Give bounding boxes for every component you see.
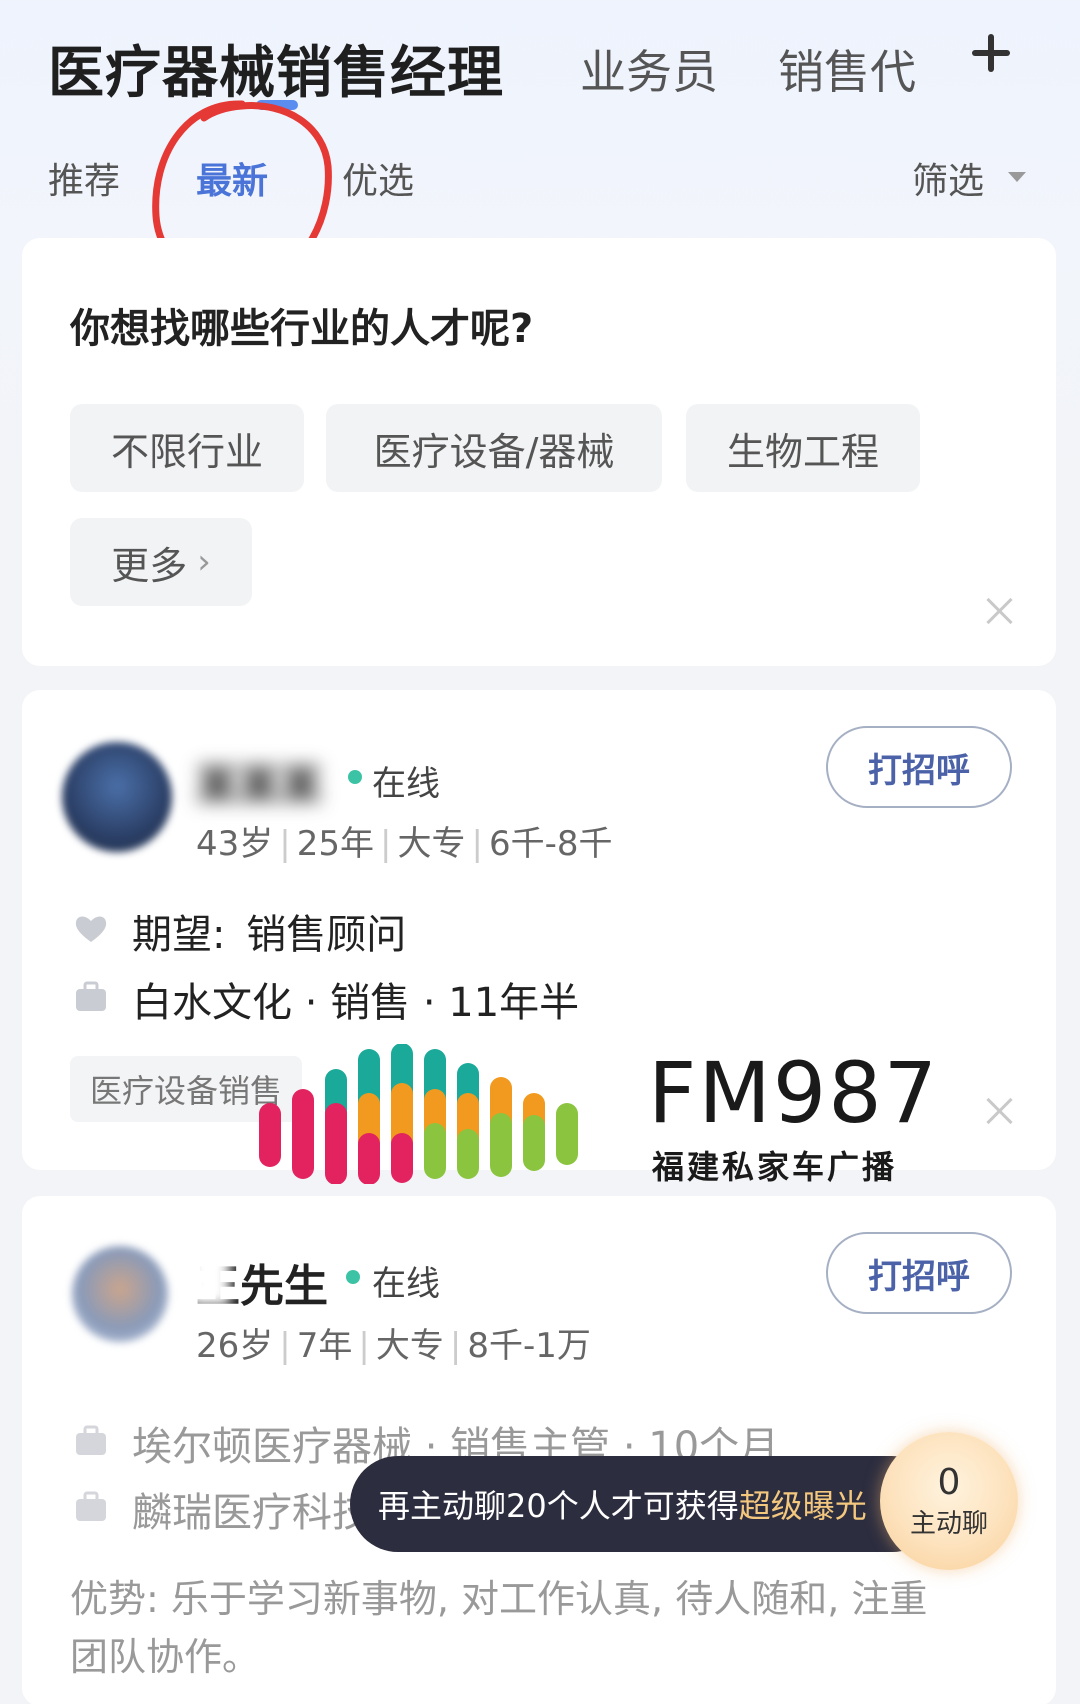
expect-value: 销售顾问: [246, 912, 407, 958]
active-chat-badge[interactable]: 0 主动聊: [880, 1432, 1018, 1570]
chip-bioengineering[interactable]: 生物工程: [686, 404, 920, 492]
caret-down-icon[interactable]: [1008, 172, 1026, 182]
online-status: 在线: [372, 1264, 440, 1304]
tab-salesman[interactable]: 业务员: [580, 36, 718, 102]
close-icon[interactable]: [984, 1096, 1014, 1126]
education: 大专: [397, 824, 466, 864]
education: 大专: [375, 1326, 444, 1366]
watermark-brand: FM987: [648, 1044, 940, 1142]
salary: 6千-8千: [488, 824, 613, 864]
greet-button[interactable]: 打招呼: [826, 1232, 1012, 1314]
watermark-subtitle: 福建私家车广播: [652, 1148, 898, 1186]
age: 26岁: [196, 1326, 274, 1366]
fm987-logo: [259, 1044, 578, 1184]
toast-highlight: 超级曝光: [738, 1487, 867, 1525]
experience: 25年: [296, 824, 374, 864]
avatar[interactable]: [72, 1246, 168, 1342]
subtab-recommend[interactable]: 推荐: [48, 152, 120, 204]
briefcase-icon: [76, 1425, 106, 1455]
subtab-preferred[interactable]: 优选: [342, 152, 414, 204]
work-experience: 白水文化 · 销售 · 11年半: [132, 980, 580, 1026]
chip-all-industries[interactable]: 不限行业: [70, 404, 304, 492]
candidate-name: 某某某: [196, 761, 323, 810]
salary: 8千-1万: [467, 1326, 591, 1366]
expectation: 期望: 销售顾问: [132, 902, 406, 960]
candidate-meta: 26岁 | 7年 | 大专 | 8千-1万: [196, 1326, 591, 1366]
candidate-meta: 43岁 | 25年 | 大专 | 6千-8千: [196, 824, 613, 864]
chip-medical-devices[interactable]: 医疗设备/器械: [326, 404, 662, 492]
active-chat-label: 主动聊: [909, 1509, 988, 1539]
tab-sales-agent[interactable]: 销售代: [778, 36, 916, 102]
heart-icon: [75, 916, 107, 942]
more-button[interactable]: 更多 ›: [70, 518, 252, 606]
name-blur-mask: [190, 1250, 230, 1306]
active-chat-count: 0: [937, 1462, 961, 1503]
online-status: 在线: [372, 764, 440, 804]
work-experience: 麟瑞医疗科技: [132, 1490, 372, 1536]
avatar[interactable]: [62, 742, 172, 852]
online-dot-icon: [348, 770, 362, 784]
more-label: 更多: [111, 543, 188, 588]
expect-label: 期望:: [132, 912, 226, 958]
toast-text: 再主动聊20个人才可获得: [378, 1487, 739, 1525]
chat-reward-toast[interactable]: 再主动聊20个人才可获得 超级曝光: [350, 1456, 940, 1552]
briefcase-icon: [76, 1491, 106, 1521]
greet-button[interactable]: 打招呼: [826, 726, 1012, 808]
industry-question: 你想找哪些行业的人才呢?: [70, 306, 534, 352]
experience: 7年: [296, 1326, 353, 1366]
online-dot-icon: [346, 1270, 360, 1284]
plus-icon[interactable]: [968, 30, 1014, 76]
age: 43岁: [196, 824, 274, 864]
filter-button[interactable]: 筛选: [912, 152, 984, 204]
briefcase-icon: [76, 981, 106, 1011]
chevron-right-icon: ›: [197, 542, 211, 582]
close-icon[interactable]: [984, 596, 1014, 626]
candidate-advantage: 优势: 乐于学习新事物, 对工作认真, 待人随和, 注重团队协作。: [70, 1577, 928, 1679]
